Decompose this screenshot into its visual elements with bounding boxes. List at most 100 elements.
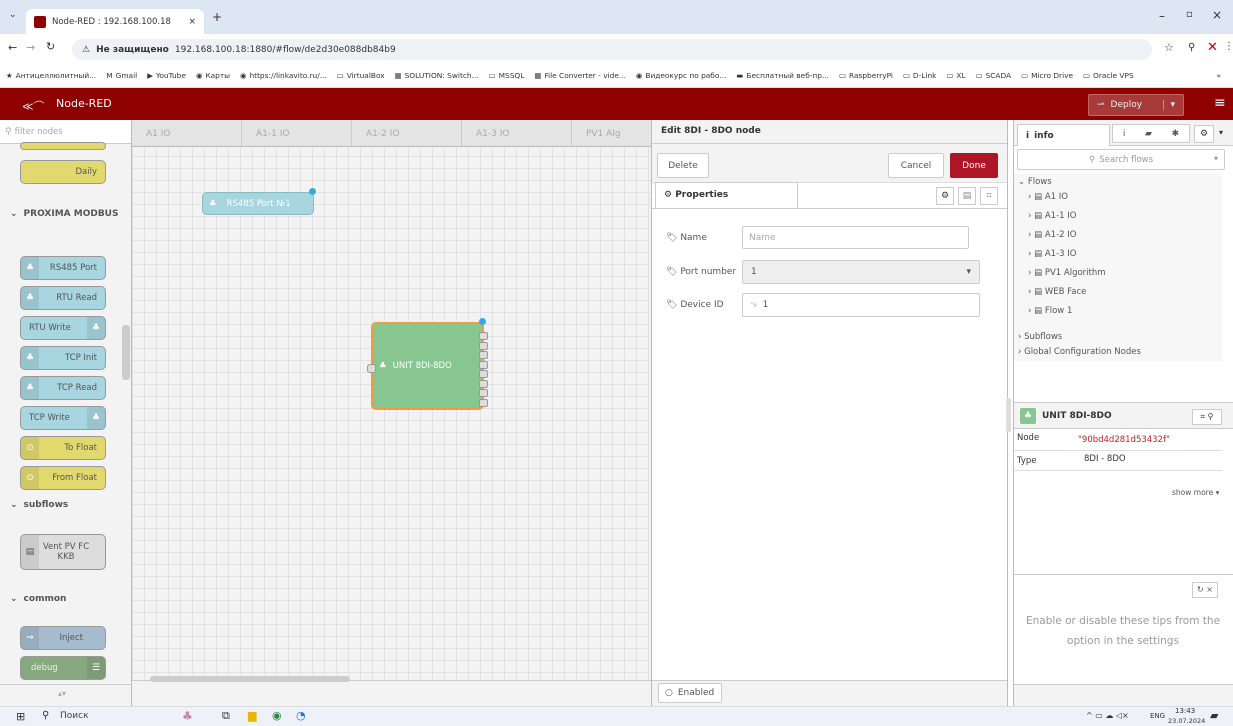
palette-node-to-float[interactable]: ⊙ To Float [20, 436, 106, 460]
sidebar-menu-caret-icon[interactable]: ▾ [1219, 128, 1223, 137]
tip-controls-icon[interactable]: ↻ × [1192, 582, 1218, 598]
tree-flow-item[interactable]: › ▤ WEB Face [1028, 287, 1086, 297]
info-value[interactable]: "90bd4d281d53432f" [1078, 435, 1170, 445]
tree-global-config[interactable]: › Global Configuration Nodes [1018, 347, 1141, 357]
close-window-icon[interactable]: × [1212, 8, 1222, 22]
bookmark-item[interactable]: ▭ VirtualBox [337, 71, 385, 80]
tree-flow-item[interactable]: › ▤ A1-3 IO [1028, 249, 1076, 259]
taskbar-search[interactable]: Поиск [60, 711, 89, 721]
tray-icons[interactable]: ^ ▭ ☁ ◁× [1086, 711, 1129, 720]
tree-flow-item[interactable]: › ▤ PV1 Algorithm [1028, 268, 1106, 278]
bookmark-item[interactable]: ★ Антицеллюлитный... [6, 71, 96, 80]
tree-flow-item[interactable]: › ▤ A1-2 IO [1028, 230, 1076, 240]
deploy-button[interactable]: ⇀ Deploy ▾ [1088, 94, 1184, 116]
windows-start-icon[interactable]: ⊞ [16, 710, 25, 723]
tree-subflows[interactable]: › Subflows [1018, 332, 1062, 342]
reload-icon[interactable]: ↻ [46, 40, 55, 53]
search-options-caret-icon[interactable]: ▾ [1214, 154, 1218, 163]
deploy-dropdown-icon[interactable]: ▾ [1163, 100, 1175, 110]
bookmark-item[interactable]: ▭ MSSQL [489, 71, 525, 80]
tree-flows-header[interactable]: ⌄ Flows [1018, 177, 1052, 187]
new-tab-icon[interactable]: + [212, 10, 222, 24]
chrome-icon[interactable]: ◉ [272, 709, 282, 722]
bookmark-item[interactable]: ◉ https://linkavito.ru/... [240, 71, 327, 80]
search-icon[interactable]: ⚲ [42, 710, 49, 721]
output-port[interactable] [479, 379, 488, 388]
main-menu-icon[interactable]: ≡ [1214, 95, 1226, 111]
output-port[interactable] [479, 389, 488, 397]
appearance-icon[interactable]: ⌗ [980, 187, 998, 205]
book-icon[interactable]: ▰ [1145, 129, 1152, 139]
workspace-tab[interactable]: A1-2 IO [352, 120, 462, 146]
palette-node-rtu-write[interactable]: ♣ RTU Write [20, 316, 106, 340]
palette-scrollbar[interactable] [122, 325, 130, 380]
clock-date[interactable]: 23.07.2024 [1168, 717, 1205, 725]
extension-icon[interactable]: ⚲ [1188, 42, 1195, 53]
palette-node-rtu-read[interactable]: ♣ RTU Read [20, 286, 106, 310]
workspace-node-rs485[interactable]: ♣ RS485 Port №1 [202, 188, 316, 215]
workspace-tab[interactable]: A1 IO [132, 120, 242, 146]
device-id-input[interactable]: ⁰₉ 1 [742, 293, 980, 317]
settings-gear-icon[interactable]: ⚙ [936, 187, 954, 205]
tab-properties[interactable]: ⚙ Properties [655, 182, 798, 208]
bookmark-item[interactable]: ▭ XL [946, 71, 965, 80]
clock-time[interactable]: 13:43 [1175, 707, 1195, 715]
output-port[interactable] [479, 332, 488, 340]
output-port[interactable] [479, 341, 488, 350]
done-button[interactable]: Done [950, 153, 998, 178]
palette-node-subflow[interactable]: ▤ Vent PV FC KKB [20, 534, 106, 570]
bookmark-item[interactable]: ▭ D-Link [903, 71, 936, 80]
workspace-node-unit[interactable]: ♣ UNIT 8DI-8DO [367, 318, 488, 410]
minimize-icon[interactable]: – [1159, 9, 1165, 23]
palette-node-tcp-init[interactable]: ♣ TCP Init [20, 346, 106, 370]
palette-category-subflows[interactable]: ⌄ subflows [0, 500, 122, 510]
enabled-toggle[interactable]: ○ Enabled [658, 683, 722, 703]
browser-menu-icon[interactable]: ⋮ [1224, 41, 1233, 52]
workspace-tab[interactable]: A1-1 IO [242, 120, 352, 146]
bookmark-item[interactable]: M Gmail [106, 71, 137, 80]
palette-node-tcp-read[interactable]: ♣ TCP Read [20, 376, 106, 400]
bug-icon[interactable]: ✱ [1172, 129, 1180, 139]
palette-node-tcp-write[interactable]: ♣ TCP Write [20, 406, 106, 430]
language-indicator[interactable]: ENG [1150, 712, 1165, 720]
bookmark-item[interactable]: ◉ Видеокурс по рабо... [636, 71, 727, 80]
search-flows-input[interactable]: ⚲ Search flows ▾ [1017, 149, 1225, 170]
palette-category-modbus[interactable]: ⌄ PROXIMA MODBUS [0, 208, 122, 220]
more-bookmarks-icon[interactable]: » [1216, 71, 1233, 80]
forward-icon[interactable]: → [26, 41, 35, 54]
task-view-icon[interactable]: ⧉ [222, 709, 230, 723]
bookmark-star-icon[interactable]: ☆ [1164, 41, 1174, 54]
output-port[interactable] [479, 398, 488, 407]
filter-nodes-input[interactable]: filter nodes [15, 127, 63, 137]
bookmark-item[interactable]: ▦ SOLUTION: Switch... [395, 71, 479, 80]
info-tab-icon[interactable]: i [1123, 129, 1126, 139]
omnibox[interactable]: ⚠ Не защищено 192.168.100.18:1880/#flow/… [72, 39, 1152, 60]
edge-icon[interactable]: ◔ [296, 709, 306, 722]
bookmark-item[interactable]: ▭ RaspberryPi [839, 71, 893, 80]
description-icon[interactable]: ▤ [958, 187, 976, 205]
delete-button[interactable]: Delete [657, 153, 709, 178]
name-input[interactable]: Name [742, 226, 969, 249]
node-actions-icon[interactable]: ⌗ ⚲ [1192, 409, 1222, 425]
file-explorer-icon[interactable]: ▆ [248, 709, 256, 722]
palette-node-debug[interactable]: debug ☰ [20, 656, 106, 680]
palette-node-partial[interactable] [20, 142, 106, 150]
back-icon[interactable]: ← [8, 41, 17, 54]
close-tab-icon[interactable]: × [188, 17, 196, 27]
palette-node-daily[interactable]: Daily [20, 160, 106, 184]
palette-category-common[interactable]: ⌄ common [0, 594, 122, 604]
flow-workspace[interactable]: ♣ RS485 Port №1 ♣ UNIT 8DI-8DO [132, 120, 651, 680]
config-gear-icon[interactable]: ⚙ [1194, 125, 1214, 143]
tab-info[interactable]: i info [1017, 124, 1110, 146]
bookmark-item[interactable]: ◉ Карты [196, 71, 230, 80]
palette-node-from-float[interactable]: ⊙ From Float [20, 466, 106, 490]
output-port[interactable] [479, 370, 488, 378]
show-more-link[interactable]: show more ▾ [1172, 488, 1219, 497]
tab-list-chevron-icon[interactable]: ⌄ [9, 10, 17, 20]
profile-error-icon[interactable]: ✕ [1207, 40, 1218, 55]
widget-icon[interactable]: ♣ [182, 709, 193, 723]
workspace-scrollbar[interactable] [150, 676, 350, 682]
port-select[interactable]: 1 ▾ [742, 260, 980, 284]
cancel-button[interactable]: Cancel [888, 153, 944, 178]
tree-flow-item[interactable]: › ▤ A1 IO [1028, 192, 1068, 202]
